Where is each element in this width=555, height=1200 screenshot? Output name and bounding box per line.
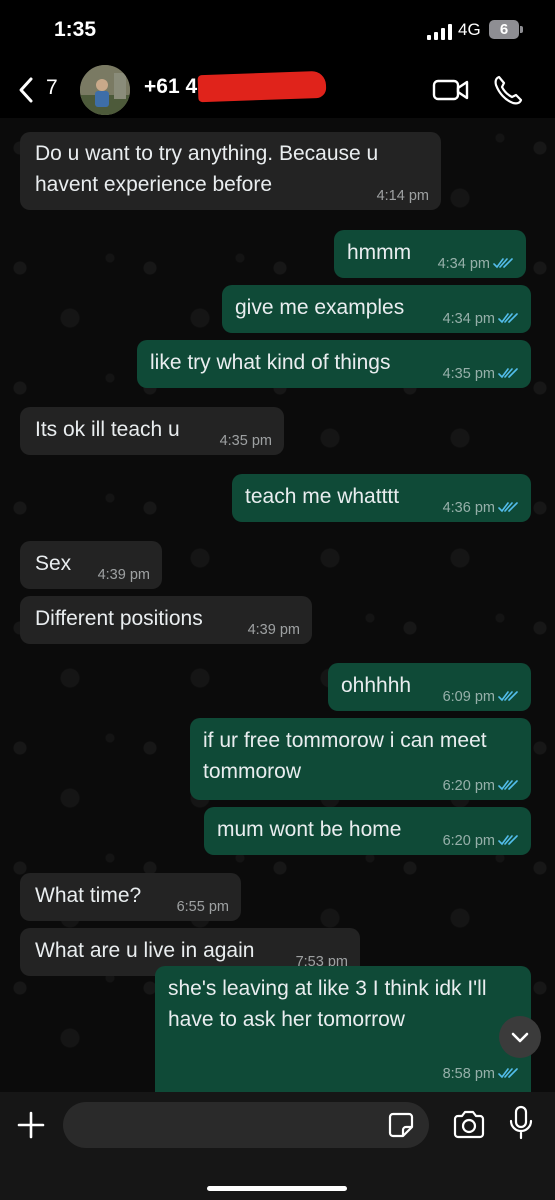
message-meta: 4:35 pm [443, 366, 519, 382]
message-list[interactable]: Do u want to try anything. Because u hav… [0, 118, 555, 1092]
message-meta: 8:58 pm [443, 1066, 519, 1082]
home-indicator [207, 1186, 347, 1191]
message-time: 4:34 pm [442, 311, 495, 327]
battery-icon: 6 [489, 20, 519, 39]
message-time: 4:34 pm [437, 256, 490, 272]
message-time: 4:39 pm [247, 622, 300, 638]
signal-icon [427, 24, 452, 40]
chevron-down-icon [511, 1032, 529, 1043]
message-meta: 4:34 pm [438, 256, 514, 272]
back-chevron-icon[interactable] [16, 76, 36, 104]
avatar[interactable] [80, 65, 130, 115]
camera-icon[interactable] [452, 1110, 486, 1140]
message-incoming[interactable]: What time? 6:55 pm [20, 873, 241, 921]
message-time: 8:58 pm [442, 1066, 495, 1082]
message-time: 6:20 pm [442, 833, 495, 849]
message-incoming[interactable]: Do u want to try anything. Because u hav… [20, 132, 441, 210]
message-incoming[interactable]: Sex 4:39 pm [20, 541, 162, 589]
message-outgoing[interactable]: she's leaving at like 3 I think idk I'll… [155, 966, 531, 1092]
message-text: Do u want to try anything. Because u hav… [35, 142, 379, 196]
chat-header: 7 +61 4 [0, 62, 555, 118]
message-meta: 6:20 pm [443, 778, 519, 794]
video-call-icon[interactable] [432, 76, 470, 104]
message-outgoing[interactable]: hmmm 4:34 pm [334, 230, 526, 278]
network-label: 4G [458, 20, 481, 39]
scroll-to-bottom-button[interactable] [499, 1016, 541, 1058]
status-bar: 1:35 4G 6 [0, 0, 555, 62]
message-meta: 6:20 pm [443, 833, 519, 849]
sticker-icon[interactable] [388, 1112, 414, 1138]
back-unread-count[interactable]: 7 [46, 76, 58, 100]
message-meta: 6:09 pm [443, 689, 519, 705]
battery-tip [520, 26, 523, 33]
message-time: 4:14 pm [376, 188, 429, 204]
phone-call-icon[interactable] [493, 74, 523, 106]
message-meta: 4:34 pm [443, 311, 519, 327]
status-time: 1:35 [54, 18, 97, 41]
contact-name[interactable]: +61 4 [144, 75, 197, 99]
message-outgoing[interactable]: if ur free tommorow i can meet tommorow … [190, 718, 531, 800]
read-ticks-icon [498, 502, 518, 513]
message-time: 6:09 pm [442, 689, 495, 705]
message-time: 4:35 pm [219, 433, 272, 449]
read-ticks-icon [498, 691, 518, 702]
message-incoming[interactable]: Different positions 4:39 pm [20, 596, 312, 644]
read-ticks-icon [498, 368, 518, 379]
message-input[interactable] [63, 1102, 429, 1148]
composer-bar [0, 1092, 555, 1200]
message-incoming[interactable]: Its ok ill teach u 4:35 pm [20, 407, 284, 455]
read-ticks-icon [498, 835, 518, 846]
message-time: 4:39 pm [97, 567, 150, 583]
message-time: 4:35 pm [442, 366, 495, 382]
message-outgoing[interactable]: mum wont be home 6:20 pm [204, 807, 531, 855]
avatar-photo-icon [80, 65, 130, 115]
read-ticks-icon [498, 1068, 518, 1079]
message-outgoing[interactable]: like try what kind of things 4:35 pm [137, 340, 531, 388]
plus-icon[interactable] [16, 1110, 46, 1140]
read-ticks-icon [498, 780, 518, 791]
message-time: 4:36 pm [442, 500, 495, 516]
microphone-icon[interactable] [509, 1105, 533, 1141]
message-time: 6:55 pm [176, 899, 229, 915]
message-time: 6:20 pm [442, 778, 495, 794]
redaction-mark [197, 70, 327, 103]
read-ticks-icon [493, 258, 513, 269]
message-outgoing[interactable]: ohhhhh 6:09 pm [328, 663, 531, 711]
message-outgoing[interactable]: give me examples 4:34 pm [222, 285, 531, 333]
message-meta: 4:36 pm [443, 500, 519, 516]
message-text: she's leaving at like 3 I think idk I'll… [168, 977, 487, 1031]
read-ticks-icon [498, 313, 518, 324]
message-outgoing[interactable]: teach me whatttt 4:36 pm [232, 474, 531, 522]
